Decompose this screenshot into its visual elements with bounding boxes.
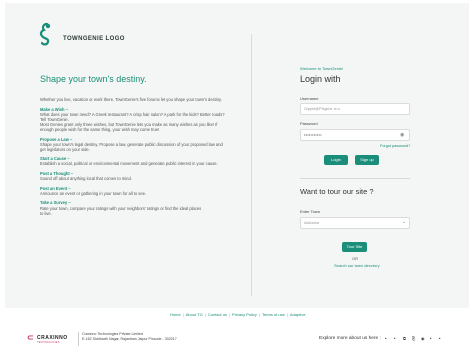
address-line: E-162 Siddharth Nagar, Rajasthan Jaipur … (82, 336, 177, 341)
forum-description-line: to live. (40, 210, 52, 216)
forum-description-line: Sound off about anything local that come… (40, 176, 132, 182)
footer-link[interactable]: About TG (186, 312, 203, 317)
or-text: OR (352, 256, 358, 261)
welcome-text: Welcome to TownGenie! (300, 66, 344, 71)
footer-links: Home | About TG | Contact us | Privacy Policy |… (170, 312, 305, 317)
link-separator: | (258, 312, 260, 317)
link-separator: | (204, 312, 206, 317)
forgot-password-link[interactable]: Forgot password? (380, 144, 410, 148)
forum-description-line: Shape your town's legal destiny. Propose… (40, 141, 223, 147)
town-select[interactable]: Alabama (300, 217, 410, 229)
social-icon[interactable]: • (430, 336, 431, 341)
brand-name[interactable]: TOWNGENIE LOGO (63, 36, 125, 42)
forum-description-line: Establish a social, political or environ… (40, 161, 218, 167)
link-separator: | (182, 312, 184, 317)
tour-site-button[interactable]: Tour Site (342, 242, 367, 252)
footer-link[interactable]: Privacy Policy (232, 312, 257, 317)
address-divider (78, 332, 79, 346)
password-input[interactable]: ••••••••••• (300, 129, 410, 141)
social-icon[interactable]: ⧉ (403, 336, 406, 341)
link-separator: | (228, 312, 230, 317)
page-headline: Shape your town's destiny. (40, 74, 147, 84)
social-icon[interactable]: ⎘ (412, 336, 415, 341)
forum-description-line: Announce an event or gathering in your t… (40, 190, 147, 196)
explore-text: Explore more about us here : (319, 336, 381, 341)
login-title: Login with (300, 74, 341, 84)
social-icon[interactable]: • (439, 336, 440, 341)
footer-link[interactable]: Adaptive (290, 312, 306, 317)
footer-link[interactable]: Terms of use (262, 312, 285, 317)
forum-description-line: get legislators on your side. (40, 146, 90, 152)
chevron-down-icon: ⌄ (402, 219, 407, 225)
forum-description-line: enough people wish for the same thing, y… (40, 126, 160, 132)
tour-title: Want to tour our site ? (300, 187, 374, 196)
intro-text: Whether you live, vacation or work there… (40, 97, 222, 102)
social-icon[interactable]: • (394, 336, 395, 341)
link-separator: | (286, 312, 288, 317)
login-button[interactable]: Login (324, 155, 348, 165)
username-label: Username (300, 96, 319, 101)
genie-logo-icon (39, 22, 51, 46)
password-label: Password (300, 121, 318, 126)
search-directory-link[interactable]: Search our town directory (334, 263, 380, 268)
eye-icon[interactable]: ◉ (400, 132, 404, 138)
footer-link[interactable]: Home (170, 312, 181, 317)
username-input[interactable]: Oippet@PNgkhe ct.u (300, 103, 410, 115)
craxinno-logo-icon: ⊂ (27, 333, 34, 342)
social-icon[interactable]: • (385, 336, 386, 341)
company-address: Craxinno Technologies Private Limited E-… (82, 332, 177, 342)
footer-link[interactable]: Contact us (208, 312, 227, 317)
social-icon[interactable]: ◉ (421, 336, 425, 341)
column-divider (251, 34, 252, 296)
enter-town-label: Enter Town (300, 209, 320, 214)
signup-button[interactable]: Sign up (355, 155, 379, 165)
forums-description: Whether you live, vacation or work there… (40, 97, 230, 216)
company-subtitle: TECHNOLOGIES (37, 341, 60, 344)
section-divider (300, 178, 410, 179)
